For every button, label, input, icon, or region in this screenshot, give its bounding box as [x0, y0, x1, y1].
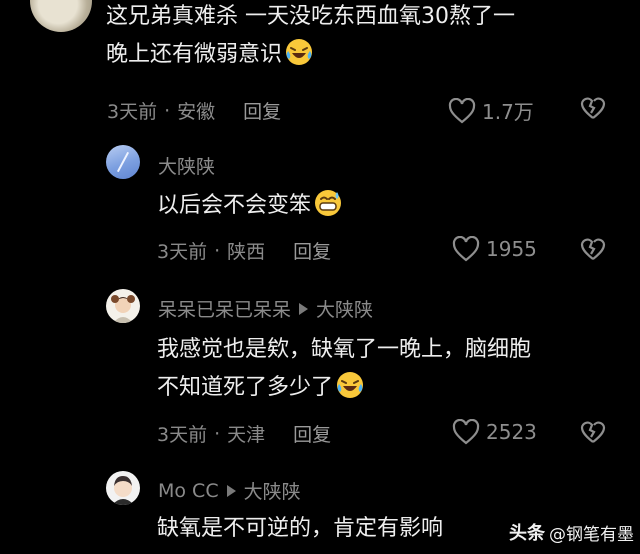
comment-time: 3天前	[157, 424, 208, 446]
watermark: 头条 @钢笔有墨	[509, 519, 634, 545]
reply-to-username[interactable]: 大陕陕	[316, 295, 373, 322]
comment-time: 3天前	[107, 101, 158, 123]
reply-button[interactable]: 回复	[293, 237, 331, 264]
comment-text: 以后会不会变笨	[157, 187, 343, 231]
like-button[interactable]: 2523	[452, 419, 537, 445]
like-button[interactable]: 1.7万	[448, 96, 534, 125]
like-count: 2523	[486, 420, 537, 444]
comment-text: 这兄弟真难杀 一天没吃东西血氧30熬了一 晚上还有微弱意识	[106, 0, 515, 80]
laughing-tears-emoji-icon	[335, 370, 365, 413]
broken-heart-icon[interactable]	[580, 237, 606, 261]
like-count: 1955	[486, 237, 537, 261]
username[interactable]: 大陕陕	[158, 152, 215, 179]
heart-outline-icon	[452, 236, 480, 262]
watermark-handle: @钢笔有墨	[549, 524, 634, 545]
comment-text: 我感觉也是欸，缺氧了一晚上，脑细胞 不知道死了多少了	[157, 331, 531, 413]
comment-text: 缺氧是不可逆的，肯定有影响	[157, 516, 444, 541]
broken-heart-icon[interactable]	[580, 96, 606, 120]
reply-button[interactable]: 回复	[293, 420, 331, 447]
triangle-right-icon	[226, 484, 236, 497]
comment-meta: 3天前 · 安徽 回复	[107, 97, 281, 124]
heart-outline-icon	[448, 97, 476, 123]
toutiao-logo: 头条	[509, 523, 545, 544]
comment-meta: 3天前 · 天津 回复	[157, 420, 331, 447]
reply-to-username[interactable]: 大陕陕	[244, 477, 301, 504]
triangle-right-icon	[299, 302, 309, 315]
like-count: 1.7万	[482, 100, 534, 124]
username[interactable]: 呆呆已呆已呆呆 大陕陕	[158, 295, 373, 322]
comment-location: 陕西	[227, 241, 266, 263]
comment-time: 3天前	[157, 241, 208, 263]
grin-sweat-emoji-icon	[313, 188, 343, 231]
laughing-tears-emoji-icon	[284, 37, 314, 80]
comment-location: 天津	[227, 424, 266, 446]
avatar[interactable]	[30, 0, 92, 32]
avatar[interactable]	[106, 289, 140, 323]
comment-meta: 3天前 · 陕西 回复	[157, 237, 331, 264]
avatar[interactable]	[106, 471, 140, 505]
broken-heart-icon[interactable]	[580, 420, 606, 444]
heart-outline-icon	[452, 419, 480, 445]
reply-button[interactable]: 回复	[243, 97, 281, 124]
avatar[interactable]	[106, 145, 140, 179]
comment-location: 安徽	[177, 101, 216, 123]
like-button[interactable]: 1955	[452, 236, 537, 262]
username[interactable]: Mo CC 大陕陕	[158, 477, 301, 504]
